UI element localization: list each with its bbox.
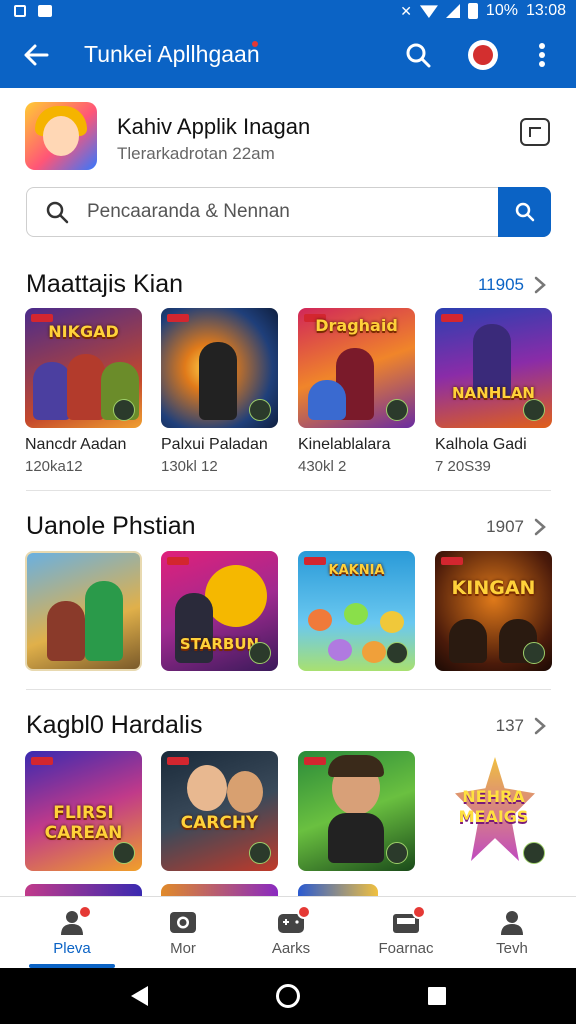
mute-icon: ✕ — [400, 2, 412, 19]
badge-icon — [386, 642, 408, 664]
back-icon[interactable] — [131, 986, 148, 1006]
game-tile[interactable]: NEHRA MEAIGS — [435, 751, 552, 871]
profile-header: Kahiv Applik Inagan Tlerarkadrotan 22am — [0, 100, 576, 176]
wifi-icon — [419, 5, 438, 18]
badge-icon — [523, 842, 545, 864]
camera-icon — [169, 909, 197, 935]
nav-item-aarks[interactable]: Aarks — [241, 897, 341, 969]
profile-subtitle: Tlerarkadrotan 22am — [117, 144, 275, 163]
chevron-right-icon[interactable] — [530, 516, 550, 538]
notification-badge — [412, 905, 426, 919]
section-count[interactable]: 1907 — [486, 517, 524, 537]
divider — [26, 490, 551, 491]
badge-icon — [249, 642, 271, 664]
nav-label: Tevh — [496, 940, 528, 957]
notification-badge — [78, 905, 92, 919]
game-tile[interactable]: KAKNIA — [298, 551, 415, 671]
title-dot — [252, 41, 258, 47]
badge-icon — [113, 842, 135, 864]
search-input[interactable] — [87, 196, 487, 228]
nav-item-pleva[interactable]: Pleva — [22, 897, 122, 969]
section-title: Uanole Phstian — [26, 512, 196, 540]
game-logo: KAKNIA — [328, 563, 385, 578]
game-logo: CARCHY — [180, 813, 259, 833]
badge-icon — [249, 842, 271, 864]
recents-icon[interactable] — [428, 987, 446, 1005]
profile-icon — [498, 909, 526, 935]
nav-item-mor[interactable]: Mor — [133, 897, 233, 969]
record-icon[interactable] — [468, 40, 498, 70]
search-button[interactable] — [498, 187, 551, 237]
badge-icon — [523, 642, 545, 664]
bottom-nav: Pleva Mor Aarks Foarnac Tevh — [0, 896, 576, 968]
cast-icon[interactable] — [520, 118, 550, 146]
more-vert-icon[interactable] — [524, 37, 560, 73]
game-tile[interactable] — [161, 308, 278, 428]
battery-percent: 10% — [485, 2, 518, 19]
game-name: Kinelablalara — [298, 436, 391, 453]
game-logo: Draghaid — [315, 316, 398, 335]
game-tile[interactable] — [25, 551, 142, 671]
badge-icon — [386, 842, 408, 864]
game-tile[interactable]: FLIRSI CAREAN — [25, 751, 142, 871]
section-title: Maattajis Kian — [26, 270, 184, 298]
page-title: Tunkei Apllhgaan — [84, 41, 260, 67]
game-meta: 7 20S39 — [435, 458, 491, 475]
battery-icon — [467, 3, 478, 19]
badge-icon — [386, 399, 408, 421]
back-arrow-icon[interactable] — [18, 37, 54, 73]
game-tile[interactable] — [298, 751, 415, 871]
game-tile[interactable]: CARCHY — [161, 751, 278, 871]
game-tile[interactable]: Draghaid — [298, 308, 415, 428]
game-tile-partial — [298, 884, 378, 896]
nav-label: Mor — [170, 940, 196, 957]
nav-label: Aarks — [271, 940, 311, 957]
signal-icon — [445, 4, 460, 18]
badge-icon — [113, 399, 135, 421]
notification-badge — [297, 905, 311, 919]
system-nav-bar — [0, 968, 576, 1024]
search-bar — [26, 187, 551, 237]
clock: 13:08 — [525, 2, 566, 19]
badge-icon — [523, 399, 545, 421]
avatar[interactable] — [25, 102, 97, 170]
game-tile[interactable]: STARBUN — [161, 551, 278, 671]
game-tile[interactable]: NANHLAN — [435, 308, 552, 428]
section-title: Kagbl0 Hardalis — [26, 711, 203, 739]
game-tile[interactable]: NIKGAD — [25, 308, 142, 428]
notification-icon — [14, 5, 26, 17]
game-name: Palxui Paladan — [161, 436, 268, 453]
profile-name: Kahiv Applik Inagan — [117, 114, 311, 139]
game-logo: KINGAN — [451, 577, 536, 599]
chevron-right-icon[interactable] — [530, 274, 550, 296]
home-icon[interactable] — [276, 984, 300, 1008]
section-count[interactable]: 11905 — [478, 275, 524, 295]
status-bar: ✕ 10% 13:08 — [0, 0, 576, 22]
game-logo: NIKGAD — [48, 322, 119, 341]
game-name: Kalhola Gadi — [435, 436, 527, 453]
divider — [26, 689, 551, 690]
game-name: Nancdr Aadan — [25, 436, 127, 453]
search-icon — [45, 200, 69, 224]
nav-label: Foarnac — [378, 940, 434, 957]
nav-label: Pleva — [53, 940, 91, 957]
message-icon — [38, 5, 52, 17]
game-meta: 120ka12 — [25, 458, 83, 475]
game-logo: FLIRSI CAREAN — [44, 803, 123, 843]
chevron-right-icon[interactable] — [530, 715, 550, 737]
game-tile-partial — [25, 884, 142, 896]
game-meta: 130kl 12 — [161, 458, 218, 475]
search-icon[interactable] — [400, 37, 436, 73]
game-tile[interactable]: KINGAN — [435, 551, 552, 671]
badge-icon — [249, 399, 271, 421]
app-bar: Tunkei Apllhgaan — [0, 22, 576, 88]
game-meta: 430kl 2 — [298, 458, 347, 475]
game-logo: NEHRA MEAIGS — [458, 787, 529, 826]
nav-item-foarnac[interactable]: Foarnac — [356, 897, 456, 969]
section-count[interactable]: 137 — [496, 716, 524, 736]
game-tile-partial — [161, 884, 278, 896]
nav-item-tevh[interactable]: Tevh — [462, 897, 562, 969]
